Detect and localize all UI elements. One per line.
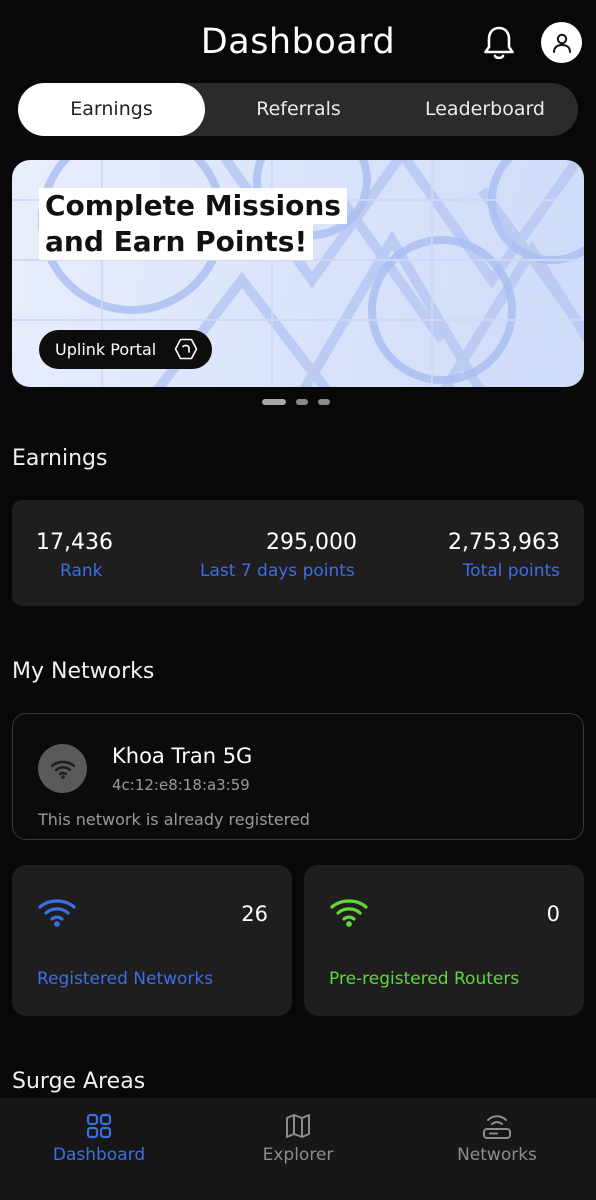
network-status-note: This network is already registered: [38, 810, 310, 829]
map-icon: [286, 1114, 310, 1138]
carousel-dot[interactable]: [296, 399, 308, 405]
registered-networks-card[interactable]: 26 Registered Networks: [12, 865, 292, 1016]
surge-areas-section-title: Surge Areas: [12, 1069, 146, 1094]
profile-button[interactable]: [541, 22, 582, 63]
preregistered-routers-count: 0: [546, 902, 560, 926]
segment-tabs: Earnings Referrals Leaderboard: [18, 83, 578, 136]
earnings-stats-card: 17,436 Rank 295,000 Last 7 days points 2…: [12, 500, 584, 606]
bell-icon[interactable]: [479, 23, 519, 63]
network-name: Khoa Tran 5G: [112, 744, 253, 768]
nav-dashboard-label: Dashboard: [52, 1145, 146, 1165]
total-points-label: Total points: [462, 561, 560, 581]
tab-referrals[interactable]: Referrals: [205, 83, 392, 136]
banner-title-line2: and Earn Points!: [39, 224, 314, 260]
app-header: Dashboard: [0, 0, 596, 84]
wifi-icon: [38, 899, 76, 927]
wifi-icon: [330, 899, 368, 927]
hexagon-arrow-icon: [174, 338, 198, 360]
banner-title: Complete Missions and Earn Points!: [39, 188, 359, 260]
registered-networks-label: Registered Networks: [37, 969, 214, 989]
carousel-dot[interactable]: [318, 399, 330, 405]
wifi-icon: [50, 760, 75, 779]
my-networks-section-title: My Networks: [12, 659, 155, 684]
preregistered-routers-card[interactable]: 0 Pre-registered Routers: [304, 865, 584, 1016]
last7-points-value: 295,000: [266, 530, 357, 555]
registered-networks-count: 26: [241, 902, 268, 926]
nav-explorer[interactable]: Explorer: [199, 1098, 397, 1200]
rank-label: Rank: [60, 561, 103, 581]
network-icon-badge: [38, 744, 87, 793]
bottom-navigation: Dashboard Explorer Networks: [0, 1098, 596, 1200]
preregistered-routers-label: Pre-registered Routers: [329, 969, 520, 989]
uplink-portal-button[interactable]: Uplink Portal: [39, 330, 212, 369]
banner-title-line1: Complete Missions: [39, 188, 347, 224]
total-points-value: 2,753,963: [448, 530, 560, 555]
nav-dashboard[interactable]: Dashboard: [0, 1098, 198, 1200]
nav-explorer-label: Explorer: [262, 1145, 334, 1165]
last7-points-label: Last 7 days points: [200, 561, 355, 581]
user-icon: [552, 33, 571, 53]
router-icon: [483, 1115, 511, 1139]
grid-icon: [86, 1113, 112, 1139]
current-network-card[interactable]: Khoa Tran 5G 4c:12:e8:18:a3:59 This netw…: [12, 713, 584, 840]
tab-leaderboard[interactable]: Leaderboard: [392, 83, 578, 136]
carousel-indicator: [262, 399, 330, 405]
nav-networks[interactable]: Networks: [398, 1098, 596, 1200]
uplink-portal-label: Uplink Portal: [55, 340, 157, 359]
nav-networks-label: Networks: [457, 1145, 537, 1165]
tab-earnings[interactable]: Earnings: [18, 83, 205, 136]
earnings-section-title: Earnings: [12, 446, 108, 471]
network-mac: 4c:12:e8:18:a3:59: [112, 776, 250, 794]
carousel-dot[interactable]: [262, 399, 286, 405]
rank-value: 17,436: [36, 530, 113, 555]
